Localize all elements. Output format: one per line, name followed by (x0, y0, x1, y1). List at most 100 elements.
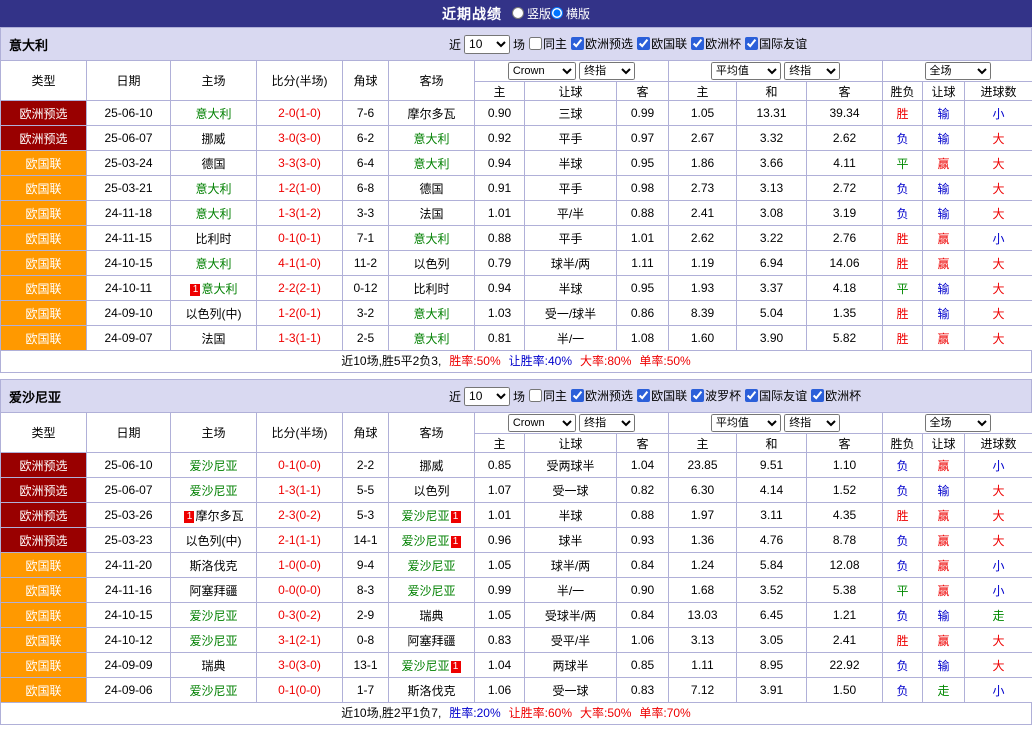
view-mode-radios: 竖版横版 (512, 5, 590, 23)
same-home-filter-checkbox[interactable] (529, 37, 542, 50)
average-odds-group: 平均值 终指 (669, 61, 883, 82)
sub-col-goals-result: 进球数 (965, 434, 1032, 453)
result-winloss: 平 (883, 276, 923, 301)
view-radio[interactable] (512, 7, 524, 19)
competition-filter-checkbox[interactable] (691, 37, 704, 50)
team-link[interactable]: 意大利 (413, 332, 449, 346)
fulltime-select[interactable]: 全场 (925, 62, 991, 80)
team-link[interactable]: 意大利 (195, 257, 231, 271)
team-link[interactable]: 爱沙尼亚 (401, 534, 449, 548)
same-home-filter-checkbox[interactable] (529, 389, 542, 402)
team-link[interactable]: 意大利 (195, 182, 231, 196)
avg-away-odds: 4.35 (807, 503, 883, 528)
competition-filter-checkbox[interactable] (691, 389, 704, 402)
team-link[interactable]: 意大利 (201, 282, 237, 296)
team-section: 爱沙尼亚 近 10 场 同主欧洲预选欧国联波罗杯国际友谊欧洲杯 类型 日期 主 (0, 379, 1032, 725)
team-link[interactable]: 爱沙尼亚 (401, 659, 449, 673)
result-goals: 大 (965, 503, 1032, 528)
team-link[interactable]: 意大利 (413, 307, 449, 321)
team-link[interactable]: 爱沙尼亚 (189, 609, 237, 623)
crown-handicap: 半/一 (525, 578, 617, 603)
match-score: 2-0(1-0) (257, 101, 343, 126)
result-handicap: 输 (923, 478, 965, 503)
competition-filter[interactable]: 波罗杯 (691, 387, 741, 404)
final-odds-select-1[interactable]: 终指 (579, 414, 635, 432)
result-handicap: 赢 (923, 226, 965, 251)
team-link[interactable]: 爱沙尼亚 (189, 684, 237, 698)
team-link[interactable]: 爱沙尼亚 (189, 484, 237, 498)
matches-label: 场 (513, 36, 525, 53)
sub-col-crown-away: 客 (617, 434, 669, 453)
competition-filter[interactable]: 欧洲预选 (571, 35, 633, 52)
final-odds-select-1[interactable]: 终指 (579, 62, 635, 80)
team-link[interactable]: 意大利 (195, 207, 231, 221)
team-link[interactable]: 意大利 (413, 132, 449, 146)
crown-handicap: 半球 (525, 276, 617, 301)
competition-filter[interactable]: 欧国联 (637, 387, 687, 404)
team-link[interactable]: 爱沙尼亚 (189, 634, 237, 648)
competition-filter-checkbox[interactable] (571, 37, 584, 50)
result-handicap: 输 (923, 126, 965, 151)
corners: 5-5 (343, 478, 389, 503)
competition-filter[interactable]: 欧洲杯 (811, 387, 861, 404)
match-date: 25-06-07 (87, 478, 171, 503)
competition-filter-checkbox[interactable] (571, 389, 584, 402)
result-goals: 大 (965, 151, 1032, 176)
team-link[interactable]: 意大利 (413, 157, 449, 171)
corners: 6-2 (343, 126, 389, 151)
team-link[interactable]: 爱沙尼亚 (407, 584, 455, 598)
match-row: 欧洲预选25-06-10意大利2-0(1-0)7-6摩尔多瓦0.90三球0.99… (1, 101, 1032, 126)
summary-row: 近10场,胜5平2负3,胜率:50%让胜率:40%大率:80%单率:50% (0, 351, 1032, 373)
match-score: 1-3(1-1) (257, 326, 343, 351)
result-winloss: 胜 (883, 326, 923, 351)
competition-filter[interactable]: 欧洲杯 (691, 35, 741, 52)
bookmaker-select[interactable]: Crown (508, 414, 576, 432)
fulltime-select[interactable]: 全场 (925, 414, 991, 432)
final-odds-select-2[interactable]: 终指 (784, 62, 840, 80)
team-link[interactable]: 意大利 (413, 232, 449, 246)
average-select[interactable]: 平均值 (711, 414, 781, 432)
team-link[interactable]: 爱沙尼亚 (407, 559, 455, 573)
bookmaker-select[interactable]: Crown (508, 62, 576, 80)
match-row: 欧国联24-09-07法国1-3(1-1)2-5意大利0.81半/一1.081.… (1, 326, 1032, 351)
match-count-select[interactable]: 10 (464, 387, 510, 406)
avg-home-odds: 1.93 (669, 276, 737, 301)
corners: 3-2 (343, 301, 389, 326)
competition-filter-checkbox[interactable] (637, 389, 650, 402)
result-handicap: 赢 (923, 578, 965, 603)
competition-filter-checkbox[interactable] (637, 37, 650, 50)
view-option-horizontal[interactable]: 横版 (551, 5, 590, 22)
view-radio[interactable] (551, 7, 563, 19)
crown-away-odds: 0.83 (617, 678, 669, 703)
same-home-filter[interactable]: 同主 (529, 387, 567, 404)
team-link[interactable]: 意大利 (195, 107, 231, 121)
competition-filter-label: 波罗杯 (705, 387, 741, 404)
crown-away-odds: 1.01 (617, 226, 669, 251)
average-select[interactable]: 平均值 (711, 62, 781, 80)
filter-controls: 近 10 场 同主欧洲预选欧国联欧洲杯国际友谊 (449, 35, 807, 54)
competition-filter[interactable]: 欧洲预选 (571, 387, 633, 404)
match-count-select[interactable]: 10 (464, 35, 510, 54)
competition-filter-checkbox[interactable] (745, 37, 758, 50)
home-team: 爱沙尼亚 (171, 478, 257, 503)
red-card-badge: 1 (451, 511, 461, 523)
crown-home-odds: 0.85 (475, 453, 525, 478)
competition-filter[interactable]: 国际友谊 (745, 35, 807, 52)
match-score: 0-1(0-0) (257, 678, 343, 703)
avg-home-odds: 1.97 (669, 503, 737, 528)
competition-filter-checkbox[interactable] (811, 389, 824, 402)
competition-filter-checkbox[interactable] (745, 389, 758, 402)
team-link[interactable]: 爱沙尼亚 (189, 459, 237, 473)
same-home-filter[interactable]: 同主 (529, 35, 567, 52)
final-odds-select-2[interactable]: 终指 (784, 414, 840, 432)
match-score: 2-1(1-1) (257, 528, 343, 553)
matches-label: 场 (513, 388, 525, 405)
summary-segment: 单率:50% (639, 354, 690, 368)
competition-filter[interactable]: 欧国联 (637, 35, 687, 52)
view-option-label: 横版 (566, 5, 590, 22)
competition-filter[interactable]: 国际友谊 (745, 387, 807, 404)
view-option-vertical[interactable]: 竖版 (512, 5, 551, 22)
col-header-score: 比分(半场) (257, 61, 343, 101)
home-team: 以色列(中) (171, 301, 257, 326)
team-link[interactable]: 爱沙尼亚 (401, 509, 449, 523)
